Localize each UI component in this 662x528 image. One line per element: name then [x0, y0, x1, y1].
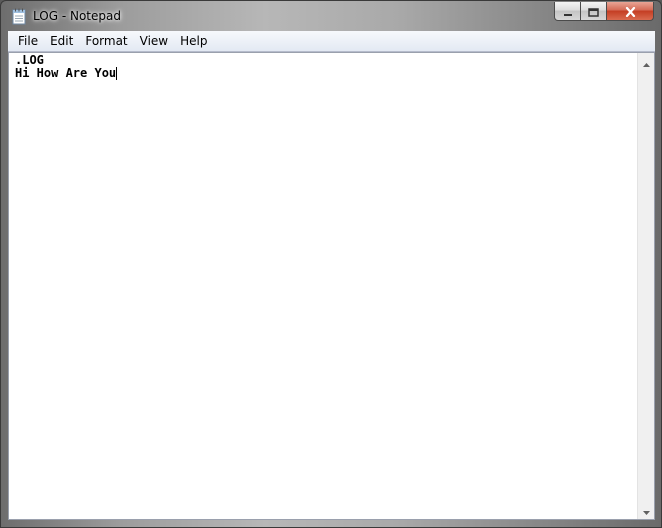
menu-help[interactable]: Help — [174, 31, 213, 51]
menu-bar: File Edit Format View Help — [8, 31, 655, 52]
scroll-down-button[interactable] — [638, 502, 654, 519]
menu-format[interactable]: Format — [79, 31, 133, 51]
menu-view[interactable]: View — [134, 31, 174, 51]
editor-line-with-caret: Hi How Are You — [15, 66, 118, 80]
editor-line: Hi How Are You — [15, 66, 117, 80]
window-bottom-border[interactable] — [1, 518, 661, 527]
vertical-scrollbar[interactable] — [637, 53, 654, 519]
caption-buttons — [554, 2, 654, 21]
close-button[interactable] — [607, 2, 654, 21]
text-editor[interactable]: .LOG Hi How Are You — [8, 52, 655, 520]
notepad-icon[interactable] — [12, 8, 26, 25]
window-title: LOG - Notepad — [33, 9, 121, 23]
scroll-up-arrow-icon — [642, 52, 650, 71]
scroll-up-button[interactable] — [638, 53, 654, 70]
menu-file[interactable]: File — [12, 31, 44, 51]
text-caret — [116, 67, 118, 80]
maximize-button[interactable] — [581, 2, 607, 21]
editor-text[interactable]: .LOG Hi How Are You — [15, 54, 118, 80]
minimize-button[interactable] — [554, 2, 581, 21]
maximize-icon — [588, 2, 599, 21]
notepad-window: LOG - Notepad File Edit Format View Help… — [0, 0, 662, 528]
title-bar[interactable]: LOG - Notepad — [1, 1, 661, 31]
close-icon — [625, 2, 636, 21]
menu-edit[interactable]: Edit — [44, 31, 79, 51]
minimize-icon — [563, 2, 573, 21]
